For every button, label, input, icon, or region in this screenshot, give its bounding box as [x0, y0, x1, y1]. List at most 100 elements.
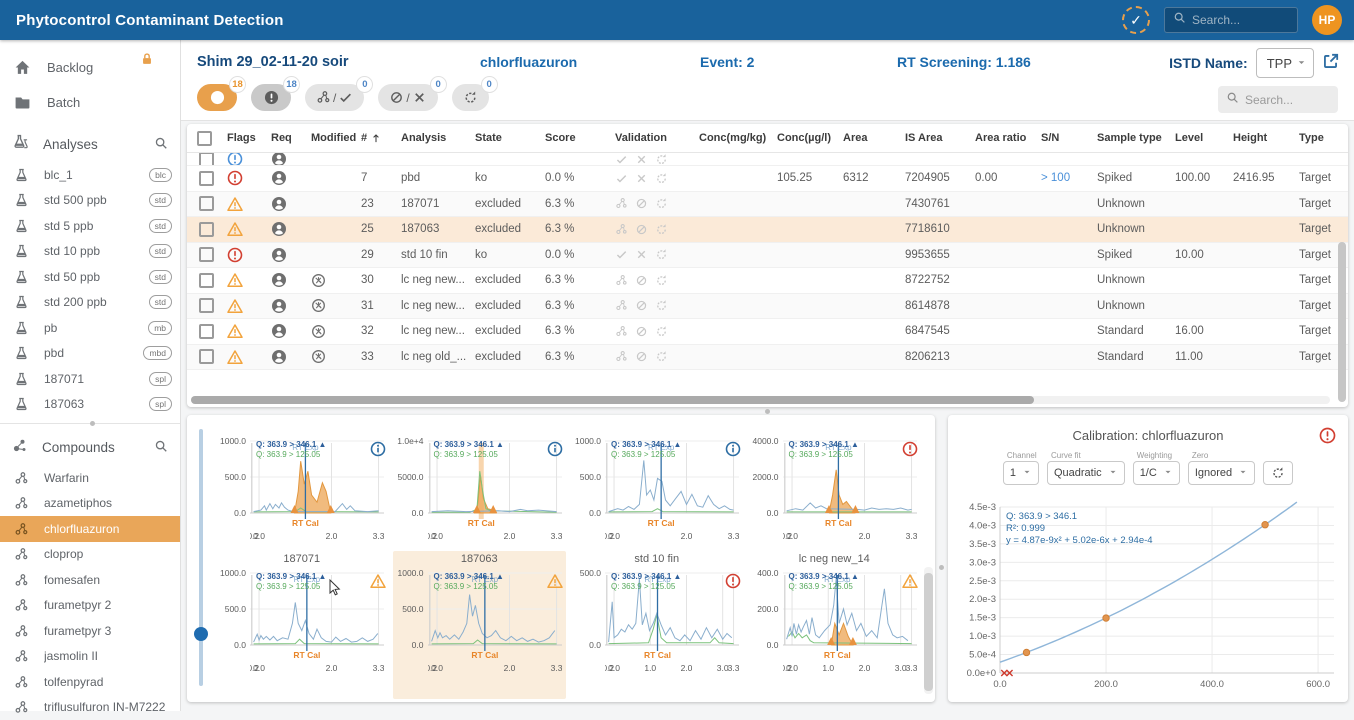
slash-action-icon[interactable]	[635, 197, 648, 210]
row-checkbox[interactable]	[199, 349, 214, 364]
user-avatar[interactable]: HP	[1312, 5, 1342, 35]
cross-action-icon[interactable]	[635, 172, 648, 185]
vertical-resize-handle[interactable]	[939, 565, 944, 570]
compound-item-triflusulfuron-IN-M7222[interactable]: triflusulfuron IN-M7222	[0, 695, 180, 720]
table-row-31[interactable]: 31lc neg new...excluded6.3 %8614878Unkno…	[187, 294, 1348, 320]
istd-select[interactable]: TPP	[1256, 48, 1314, 78]
slash-action-icon[interactable]	[635, 274, 648, 287]
global-search[interactable]	[1164, 7, 1298, 33]
cross-action-icon[interactable]	[635, 153, 648, 166]
check-action-icon[interactable]	[615, 248, 628, 261]
slash-action-icon[interactable]	[635, 350, 648, 363]
chromatogram-panel[interactable]: 4000.02000.00.0 RT ExpRT Cal-0.20.02.03.…	[748, 419, 922, 551]
column-header-is_area[interactable]: IS Area	[901, 132, 971, 144]
column-header-select[interactable]	[187, 131, 223, 146]
row-checkbox[interactable]	[199, 247, 214, 262]
analysis-item-std-500-ppb[interactable]: std 500 ppb std	[0, 188, 180, 214]
table-row-30[interactable]: 30lc neg new...excluded6.3 %8722752Unkno…	[187, 268, 1348, 294]
column-header-state[interactable]: State	[471, 132, 541, 144]
info-status-icon[interactable]	[547, 440, 563, 458]
global-search-input[interactable]	[1192, 13, 1282, 27]
table-row-25[interactable]: 25187063excluded6.3 %7718610UnknownTarge…	[187, 217, 1348, 243]
filter-history[interactable]: 0	[452, 84, 489, 111]
select-all-checkbox[interactable]	[197, 131, 212, 146]
check-action-icon[interactable]	[615, 153, 628, 166]
column-header-sn[interactable]: S/N	[1037, 132, 1093, 144]
compound-item-Warfarin[interactable]: Warfarin	[0, 465, 180, 491]
column-header-modified[interactable]: Modified	[307, 132, 357, 144]
molecule-action-icon[interactable]	[615, 223, 628, 236]
column-header-sample_type[interactable]: Sample type	[1093, 132, 1171, 144]
error-status-icon[interactable]	[725, 572, 741, 590]
compound-item-tolfenpyrad[interactable]: tolfenpyrad	[0, 669, 180, 695]
chromatogram-panel[interactable]: 1.0e+45000.00.0 RT Cal-0.20.02.03.3 Q: 3…	[393, 419, 567, 551]
column-header-conc_mgkg[interactable]: Conc(mg/kg)	[695, 132, 773, 144]
filter-operator[interactable]: 18	[197, 84, 237, 111]
filter-alerts[interactable]: 18	[251, 84, 291, 111]
column-header-num[interactable]: #	[357, 132, 397, 144]
compounds-search-icon[interactable]	[154, 439, 168, 456]
calibration-chart[interactable]: 4.5e-34.0e-33.5e-33.0e-32.5e-32.0e-31.5e…	[952, 493, 1344, 691]
compound-item-furametpyr-2[interactable]: furametpyr 2	[0, 593, 180, 619]
check-action-icon[interactable]	[615, 172, 628, 185]
column-header-area[interactable]: Area	[839, 132, 901, 144]
column-header-score[interactable]: Score	[541, 132, 611, 144]
molecule-action-icon[interactable]	[615, 197, 628, 210]
molecule-action-icon[interactable]	[615, 274, 628, 287]
analysis-item-std-200-ppb[interactable]: std 200 ppb std	[0, 290, 180, 316]
analysis-item-187071[interactable]: 187071 spl	[0, 366, 180, 392]
horizontal-resize-handle[interactable]	[765, 409, 770, 414]
table-row-32[interactable]: 32lc neg new...excluded6.3 %6847545Stand…	[187, 319, 1348, 345]
row-checkbox[interactable]	[199, 196, 214, 211]
warning-status-icon[interactable]	[902, 572, 918, 590]
table-row-23[interactable]: 23187071excluded6.3 %7430761UnknownTarge…	[187, 192, 1348, 218]
slash-action-icon[interactable]	[635, 223, 648, 236]
compound-item-chlorfluazuron[interactable]: chlorfluazuron	[0, 516, 180, 542]
column-header-height[interactable]: Height	[1229, 132, 1295, 144]
slash-action-icon[interactable]	[635, 325, 648, 338]
row-checkbox[interactable]	[199, 298, 214, 313]
molecule-action-icon[interactable]	[615, 350, 628, 363]
sidebar-nav-batch[interactable]: Batch	[0, 85, 180, 120]
table-vertical-scrollbar[interactable]	[1338, 242, 1346, 402]
chromatograms-scrollbar[interactable]	[924, 573, 933, 691]
analyses-search-icon[interactable]	[154, 136, 168, 153]
undo-action-icon[interactable]	[655, 197, 668, 210]
chromatogram-panel-187063[interactable]: 187063 1000.0500.00.0 RT ExpRT Cal-0.20.…	[393, 551, 567, 699]
hscroll-thumb[interactable]	[191, 396, 1034, 404]
table-row-29[interactable]: 29std 10 finko0.0 %9953655Spiked10.00Tar…	[187, 243, 1348, 269]
external-link-icon[interactable]	[1322, 52, 1340, 75]
row-checkbox[interactable]	[199, 153, 214, 166]
analysis-item-187063[interactable]: 187063 spl	[0, 392, 180, 418]
calibration-weighting-select[interactable]: 1/C	[1133, 461, 1180, 485]
calibration-curve-fit-select[interactable]: Quadratic	[1047, 461, 1125, 485]
chromatogram-panel-std-10-fin[interactable]: std 10 fin 500.00.0 RT ExpRT Cal-0.20.01…	[570, 551, 744, 699]
slash-action-icon[interactable]	[635, 299, 648, 312]
table-search[interactable]	[1218, 86, 1338, 113]
column-header-conc_ugl[interactable]: Conc(µg/l)	[773, 132, 839, 144]
analysis-item-std-5-ppb[interactable]: std 5 ppb std	[0, 213, 180, 239]
calibration-channel-select[interactable]: 1	[1003, 461, 1039, 485]
calibration-error-icon[interactable]	[1319, 427, 1336, 449]
calibration-reset-button[interactable]	[1263, 461, 1293, 485]
calibration-zero-select[interactable]: Ignored	[1188, 461, 1255, 485]
chromatogram-panel-lc-neg-new_14[interactable]: lc neg new_14 400.0200.00.0 RT ExpRT Cal…	[748, 551, 922, 699]
undo-action-icon[interactable]	[655, 274, 668, 287]
undo-action-icon[interactable]	[655, 299, 668, 312]
row-checkbox[interactable]	[199, 324, 214, 339]
molecule-action-icon[interactable]	[615, 325, 628, 338]
column-header-type[interactable]: Type	[1295, 132, 1343, 144]
cross-action-icon[interactable]	[635, 248, 648, 261]
table-row-33[interactable]: 33lc neg old_...excluded6.3 %8206213Stan…	[187, 345, 1348, 371]
column-header-level[interactable]: Level	[1171, 132, 1229, 144]
chromatogram-zoom-slider[interactable]	[199, 429, 203, 686]
error-status-icon[interactable]	[902, 440, 918, 458]
table-search-input[interactable]	[1245, 93, 1325, 107]
compound-item-azametiphos[interactable]: azametiphos	[0, 491, 180, 517]
row-checkbox[interactable]	[199, 222, 214, 237]
undo-action-icon[interactable]	[655, 350, 668, 363]
filter-excluded-rejected[interactable]: / 0	[378, 84, 437, 111]
chromatogram-panel[interactable]: 1000.0500.00.0 RT ExpRT Cal-0.20.02.03.3…	[215, 419, 389, 551]
analysis-item-pb[interactable]: pb mb	[0, 315, 180, 341]
chromatogram-panel[interactable]: 1000.0500.00.0 RT ExpRT Cal-0.20.02.03.3…	[570, 419, 744, 551]
